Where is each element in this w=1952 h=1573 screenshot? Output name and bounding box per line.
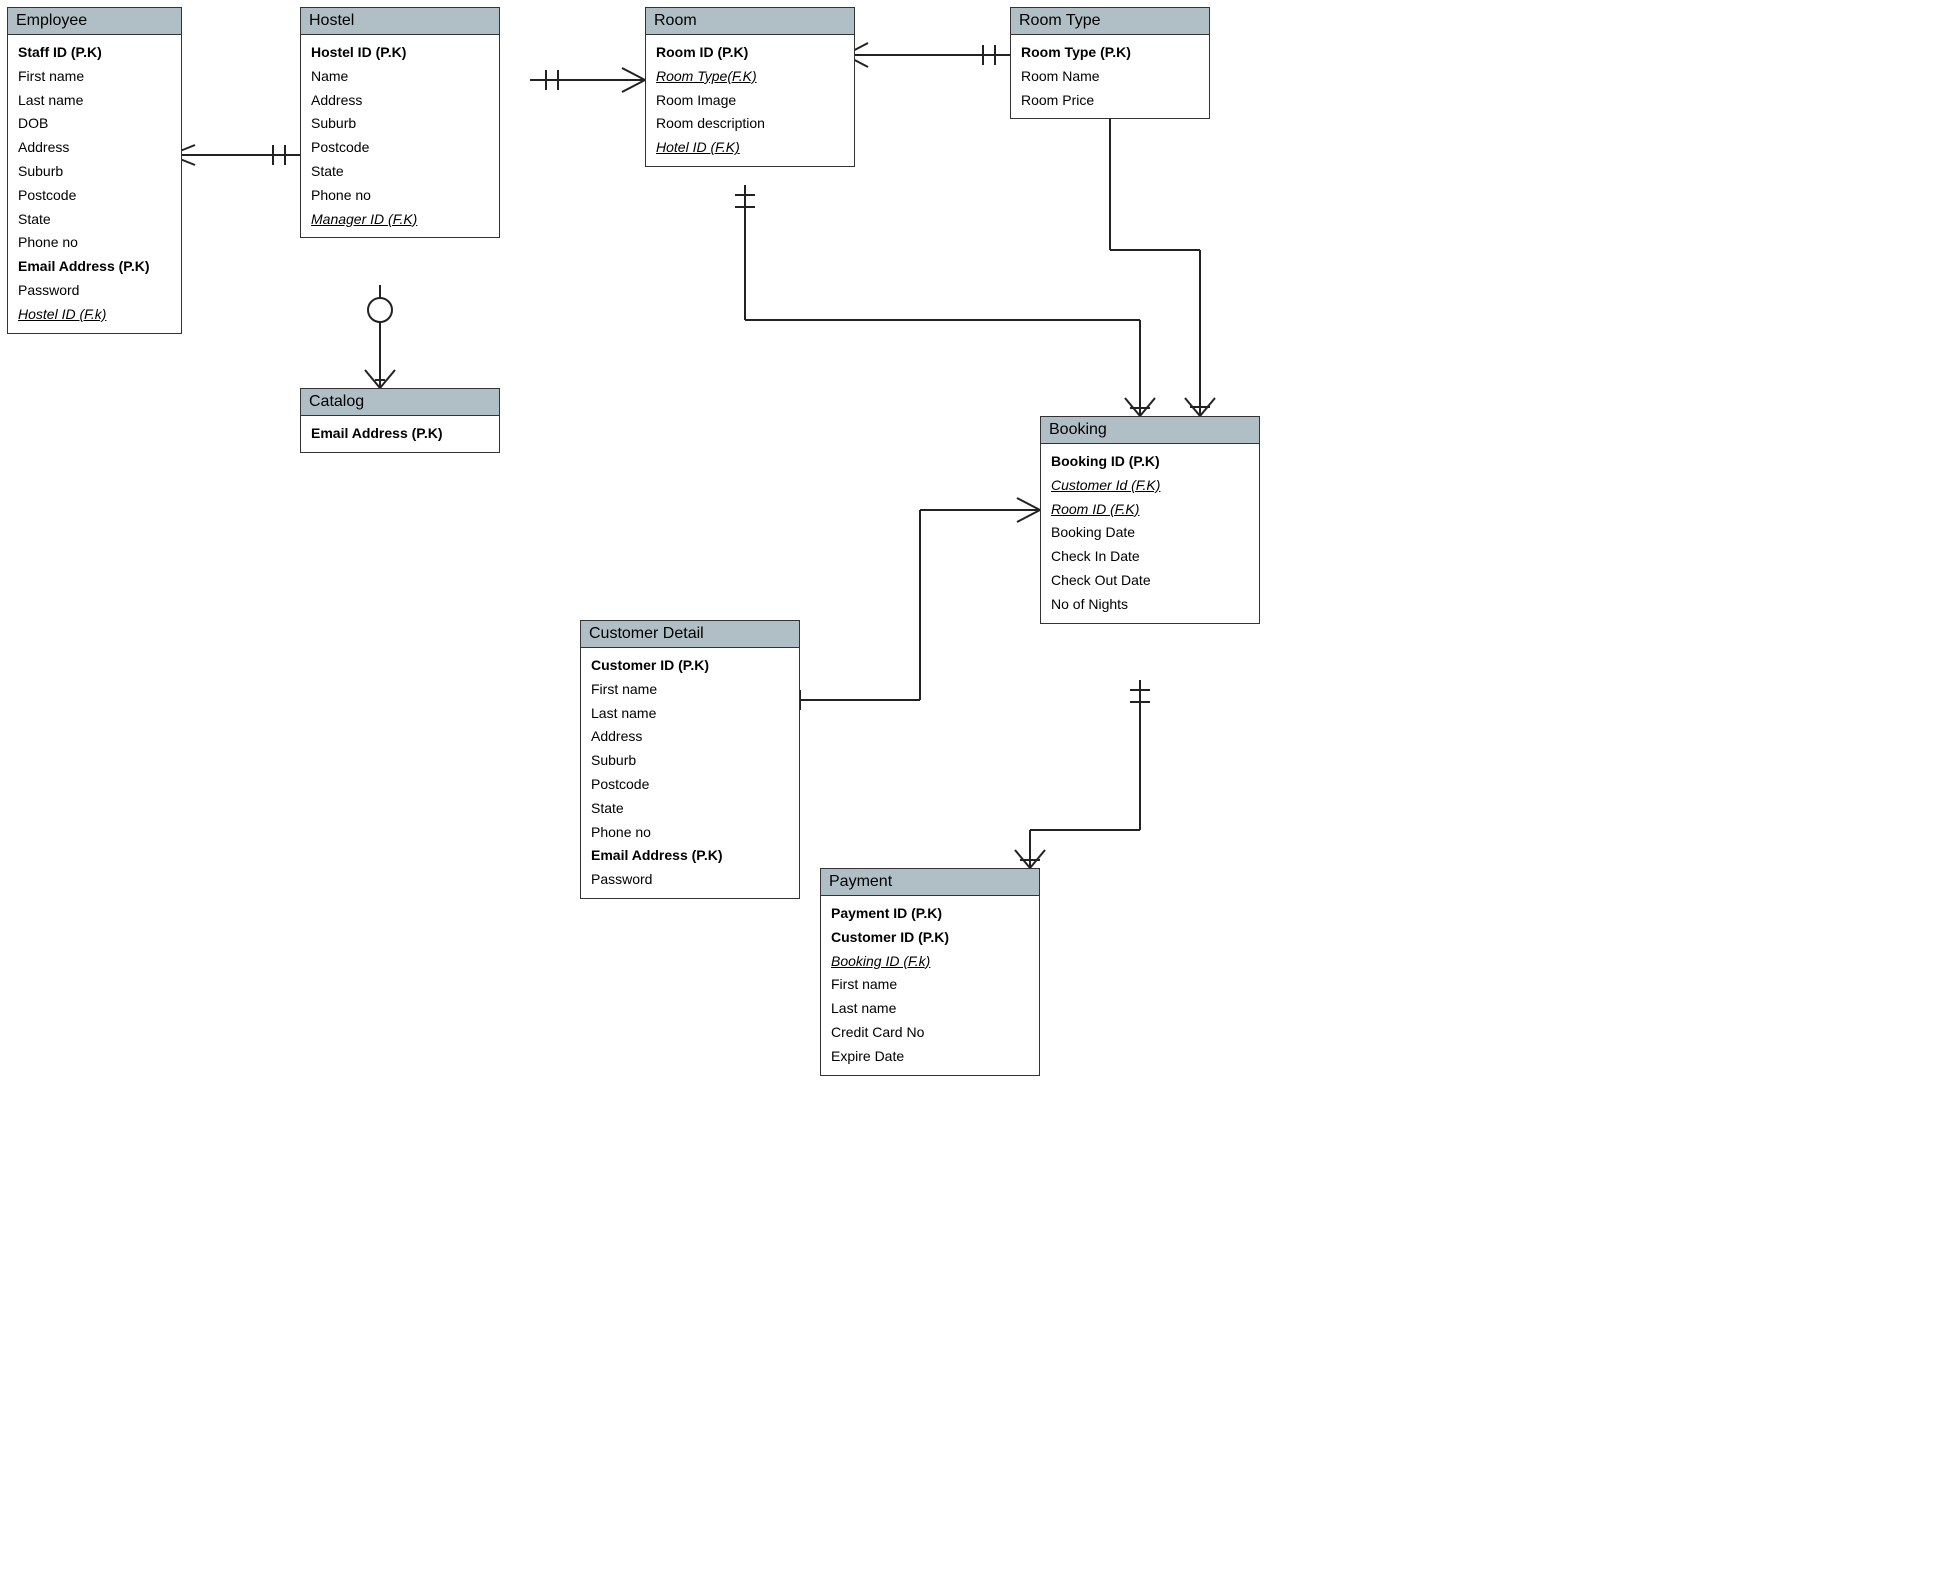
room-field-description: Room description xyxy=(656,112,844,136)
employee-body: Staff ID (P.K) First name Last name DOB … xyxy=(8,35,181,333)
hostel-field-postcode: Postcode xyxy=(311,136,489,160)
hostel-field-managerid: Manager ID (F.K) xyxy=(311,208,489,232)
customerdetail-field-postcode: Postcode xyxy=(591,773,789,797)
catalog-entity: Catalog Email Address (P.K) xyxy=(300,388,500,453)
hostel-field-phone: Phone no xyxy=(311,184,489,208)
hostel-field-name: Name xyxy=(311,65,489,89)
roomtype-field-type: Room Type (P.K) xyxy=(1021,41,1199,65)
booking-field-nights: No of Nights xyxy=(1051,593,1249,617)
room-header: Room xyxy=(646,8,854,35)
room-field-hotelid: Hotel ID (F.K) xyxy=(656,136,844,160)
payment-field-customerid: Customer ID (P.K) xyxy=(831,926,1029,950)
booking-header: Booking xyxy=(1041,417,1259,444)
booking-body: Booking ID (P.K) Customer Id (F.K) Room … xyxy=(1041,444,1259,623)
customerdetail-field-address: Address xyxy=(591,725,789,749)
customerdetail-field-id: Customer ID (P.K) xyxy=(591,654,789,678)
customerdetail-body: Customer ID (P.K) First name Last name A… xyxy=(581,648,799,898)
hostel-field-id: Hostel ID (P.K) xyxy=(311,41,489,65)
booking-field-customerid: Customer Id (F.K) xyxy=(1051,474,1249,498)
employee-field-firstname: First name xyxy=(18,65,171,89)
payment-field-creditcard: Credit Card No xyxy=(831,1021,1029,1045)
booking-field-checkin: Check In Date xyxy=(1051,545,1249,569)
roomtype-header: Room Type xyxy=(1011,8,1209,35)
employee-field-email: Email Address (P.K) xyxy=(18,255,171,279)
customerdetail-field-phone: Phone no xyxy=(591,821,789,845)
customerdetail-field-email: Email Address (P.K) xyxy=(591,844,789,868)
payment-field-firstname: First name xyxy=(831,973,1029,997)
employee-field-phone: Phone no xyxy=(18,231,171,255)
booking-field-roomid: Room ID (F.K) xyxy=(1051,498,1249,522)
booking-field-id: Booking ID (P.K) xyxy=(1051,450,1249,474)
room-field-id: Room ID (P.K) xyxy=(656,41,844,65)
customerdetail-field-state: State xyxy=(591,797,789,821)
payment-header: Payment xyxy=(821,869,1039,896)
hostel-header: Hostel xyxy=(301,8,499,35)
room-entity: Room Room ID (P.K) Room Type(F.K) Room I… xyxy=(645,7,855,167)
employee-header: Employee xyxy=(8,8,181,35)
payment-field-bookingid: Booking ID (F.k) xyxy=(831,950,1029,974)
hostel-field-address: Address xyxy=(311,89,489,113)
payment-field-paymentid: Payment ID (P.K) xyxy=(831,902,1029,926)
payment-body: Payment ID (P.K) Customer ID (P.K) Booki… xyxy=(821,896,1039,1075)
customerdetail-field-lastname: Last name xyxy=(591,702,789,726)
employee-field-address: Address xyxy=(18,136,171,160)
hostel-field-suburb: Suburb xyxy=(311,112,489,136)
payment-entity: Payment Payment ID (P.K) Customer ID (P.… xyxy=(820,868,1040,1076)
payment-field-expire: Expire Date xyxy=(831,1045,1029,1069)
employee-entity: Employee Staff ID (P.K) First name Last … xyxy=(7,7,182,334)
roomtype-body: Room Type (P.K) Room Name Room Price xyxy=(1011,35,1209,118)
hostel-entity: Hostel Hostel ID (P.K) Name Address Subu… xyxy=(300,7,500,238)
customerdetail-header: Customer Detail xyxy=(581,621,799,648)
employee-field-password: Password xyxy=(18,279,171,303)
employee-field-dob: DOB xyxy=(18,112,171,136)
catalog-body: Email Address (P.K) xyxy=(301,416,499,452)
customerdetail-entity: Customer Detail Customer ID (P.K) First … xyxy=(580,620,800,899)
employee-field-lastname: Last name xyxy=(18,89,171,113)
room-field-image: Room Image xyxy=(656,89,844,113)
room-body: Room ID (P.K) Room Type(F.K) Room Image … xyxy=(646,35,854,166)
booking-field-checkout: Check Out Date xyxy=(1051,569,1249,593)
employee-field-suburb: Suburb xyxy=(18,160,171,184)
employee-field-postcode: Postcode xyxy=(18,184,171,208)
employee-field-state: State xyxy=(18,208,171,232)
roomtype-field-name: Room Name xyxy=(1021,65,1199,89)
customerdetail-field-password: Password xyxy=(591,868,789,892)
room-field-type: Room Type(F.K) xyxy=(656,65,844,89)
payment-field-lastname: Last name xyxy=(831,997,1029,1021)
employee-field-staffid: Staff ID (P.K) xyxy=(18,41,171,65)
roomtype-field-price: Room Price xyxy=(1021,89,1199,113)
booking-field-bookingdate: Booking Date xyxy=(1051,521,1249,545)
catalog-field-email: Email Address (P.K) xyxy=(311,422,489,446)
booking-entity: Booking Booking ID (P.K) Customer Id (F.… xyxy=(1040,416,1260,624)
roomtype-entity: Room Type Room Type (P.K) Room Name Room… xyxy=(1010,7,1210,119)
customerdetail-field-suburb: Suburb xyxy=(591,749,789,773)
hostel-field-state: State xyxy=(311,160,489,184)
catalog-header: Catalog xyxy=(301,389,499,416)
employee-field-hostelid: Hostel ID (F.k) xyxy=(18,303,171,327)
customerdetail-field-firstname: First name xyxy=(591,678,789,702)
hostel-body: Hostel ID (P.K) Name Address Suburb Post… xyxy=(301,35,499,237)
